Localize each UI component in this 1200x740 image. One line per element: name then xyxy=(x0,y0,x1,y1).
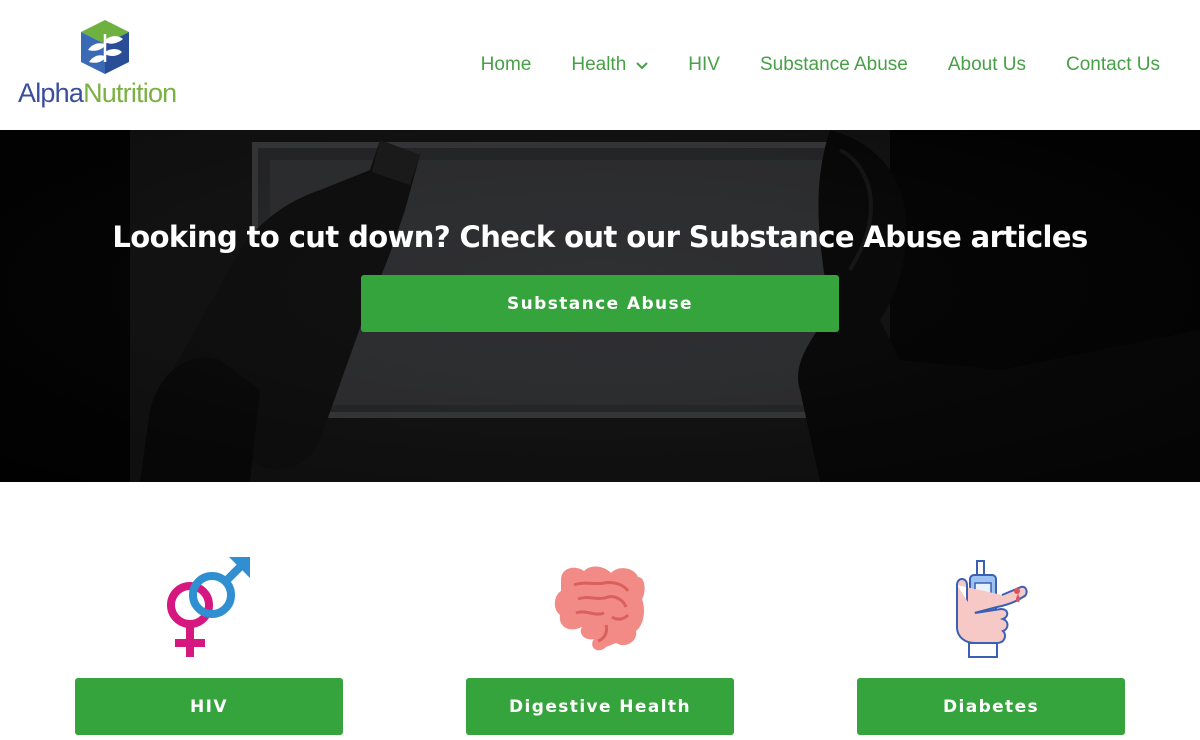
glucose-meter-hand-icon xyxy=(956,560,1028,658)
main-nav: Home Health HIV Substance Abuse About Us… xyxy=(481,48,1160,82)
hero-banner: Looking to cut down? Check out our Subst… xyxy=(0,130,1200,482)
nav-about-us-label: About Us xyxy=(947,54,1027,75)
nav-health[interactable]: Health xyxy=(571,54,648,76)
nav-home[interactable]: Home xyxy=(481,54,532,76)
logo-alpha-text: Alpha xyxy=(18,78,84,108)
nav-hiv-label: HIV xyxy=(688,54,720,75)
hiv-category-button[interactable]: HIV xyxy=(75,678,343,735)
category-digestive-health: Digestive Health xyxy=(466,555,734,735)
nav-hiv[interactable]: HIV xyxy=(688,54,720,76)
category-diabetes: Diabetes xyxy=(857,555,1125,735)
nav-substance-abuse-label: Substance Abuse xyxy=(759,54,908,75)
nav-contact-us-label: Contact Us xyxy=(1066,54,1160,75)
nav-substance-abuse[interactable]: Substance Abuse xyxy=(760,54,908,76)
site-header: AlphaNutrition Home Health HIV Substance… xyxy=(0,0,1200,130)
logo-cube-icon xyxy=(81,20,129,74)
substance-abuse-button[interactable]: Substance Abuse xyxy=(361,275,839,332)
digestive-health-category-button[interactable]: Digestive Health xyxy=(466,678,734,735)
logo-nutrition-text: Nutrition xyxy=(83,78,177,108)
gender-symbols-icon xyxy=(167,557,250,657)
intestines-icon xyxy=(554,566,645,651)
nav-health-label: Health xyxy=(571,54,627,75)
diabetes-category-button[interactable]: Diabetes xyxy=(857,678,1125,735)
logo-wordmark: AlphaNutrition xyxy=(18,76,177,110)
nav-contact-us[interactable]: Contact Us xyxy=(1066,54,1160,76)
chevron-down-icon xyxy=(636,62,648,70)
hero-title: Looking to cut down? Check out our Subst… xyxy=(112,220,1088,254)
nav-home-label: Home xyxy=(480,54,532,75)
site-logo[interactable]: AlphaNutrition xyxy=(18,18,193,113)
category-hiv: HIV xyxy=(75,555,343,735)
nav-about-us[interactable]: About Us xyxy=(948,54,1026,76)
